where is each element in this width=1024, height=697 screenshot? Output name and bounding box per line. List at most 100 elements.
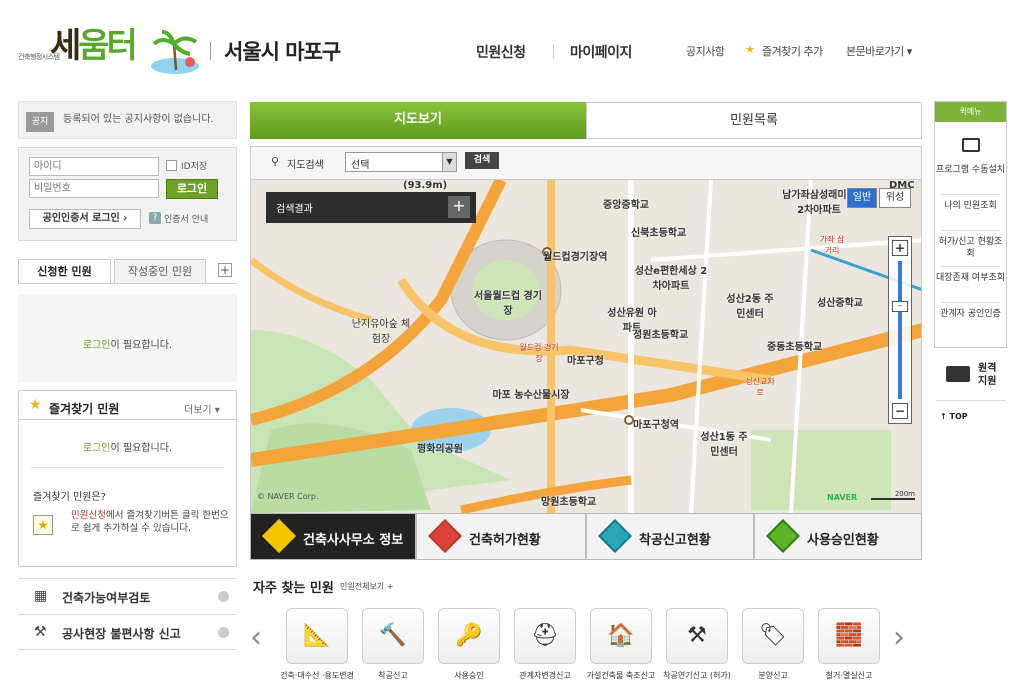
tab-divider [18, 283, 237, 284]
map-label: 평화의공원 [417, 444, 463, 455]
zoom-track[interactable] [898, 261, 902, 399]
skip-to-content-link[interactable]: 본문바로가기 ▾ [846, 43, 912, 59]
architect-icon [262, 519, 296, 553]
id-input[interactable] [29, 157, 159, 176]
laptop-icon [946, 366, 970, 382]
map-label: 월드컵 경기장 [519, 343, 559, 363]
tab-building-permit-label: 건축허가현황 [469, 533, 541, 548]
chevron-right-icon[interactable]: › [893, 620, 905, 655]
map-label: 성원초등학교 [633, 330, 689, 341]
map-type-satellite-button[interactable]: 위성 [879, 188, 911, 208]
notice-text: 등록되어 있는 공지사항이 없습니다. [63, 114, 214, 125]
all-complaints-link[interactable]: 민원전체보기 + [340, 581, 393, 592]
map-search-label: 지도검색 [287, 160, 324, 171]
tab-applied[interactable]: 신청한 민원 [18, 259, 111, 284]
zoom-out-button[interactable]: − [892, 403, 908, 419]
tab-map-view[interactable]: 지도보기 [250, 102, 586, 139]
favorites-login-required: 로그인이 필요합니다. [19, 439, 236, 454]
use-approval-icon[interactable]: 🔑 [438, 608, 500, 664]
frequent-title: 자주 찾는 민원 [253, 581, 334, 596]
favorites-more-link[interactable]: 더보기 ▾ [184, 401, 220, 416]
tab-architect-office[interactable]: 건축사사무소 정보 [250, 513, 416, 560]
quick-cert[interactable]: 관계자 공인인증 [935, 308, 1006, 320]
tab-construction-start-label: 착공신고현황 [639, 533, 711, 548]
map-label: 난지유아숲 체험장 [351, 319, 411, 345]
map-label: 중앙중학교 [603, 200, 649, 211]
quick-program-install[interactable]: 프로그램 수동설치 [935, 164, 1006, 176]
construction-report-icon[interactable]: 🔨 [362, 608, 424, 664]
map-label: 성산1동 주민센터 [700, 432, 748, 458]
map-label: 마포구청 [567, 356, 604, 367]
site-complaint-link[interactable]: ⚒ 공사현장 불편사항 신고 [18, 614, 237, 650]
login-link[interactable]: 로그인 [83, 340, 111, 351]
quick-permit-status[interactable]: 허가/신고 현황조회 [935, 236, 1006, 260]
map-label: 성산e편한세상 2차아파트 [634, 266, 708, 292]
permit-icon [428, 519, 462, 553]
map-label: 성산중학교 [817, 298, 863, 309]
map-label: 성산2동 주민센터 [726, 294, 774, 320]
district-title: 서울시 마포구 [224, 40, 341, 64]
tab-complaint-list[interactable]: 민원목록 [586, 102, 922, 139]
quick-divider [941, 266, 1000, 267]
search-button[interactable]: 검색 [465, 152, 499, 169]
search-result-panel: 검색결과 + [266, 192, 476, 223]
map-type-normal-button[interactable]: 일반 [847, 188, 877, 208]
cert-login-button[interactable]: 공인인증서 로그인 › [29, 209, 141, 229]
map-label: 신북초등학교 [631, 228, 687, 239]
notice-link[interactable]: 공지사항 [686, 43, 725, 59]
map-label: (93.9m) [403, 180, 448, 191]
expand-plus-icon[interactable]: + [448, 196, 470, 218]
applied-panel: 로그인이 필요합니다. [18, 294, 237, 382]
search-select[interactable]: 선택 ▼ [345, 152, 457, 172]
quick-my-complaints[interactable]: 나의 민원조회 [935, 200, 1006, 212]
star-icon: ★ [745, 43, 755, 56]
notice-badge: 공지 [26, 112, 54, 132]
demolition-icon[interactable]: 🧱 [818, 608, 880, 664]
tab-drafts[interactable]: 작성중인 민원 [114, 259, 206, 284]
login-link[interactable]: 로그인 [83, 443, 111, 454]
plus-icon[interactable]: + [218, 263, 232, 277]
password-input[interactable] [29, 179, 159, 198]
cert-help-link[interactable]: 인증서 안내 [164, 212, 208, 225]
tab-use-approval[interactable]: 사용승인현황 [754, 513, 922, 560]
help-icon: ? [149, 212, 161, 224]
remote-support-link[interactable]: 원격 지원 [978, 362, 1004, 388]
service-label: 착공신고 [378, 671, 408, 680]
temporary-building-icon[interactable]: 🏠 [590, 608, 652, 664]
nav-mypage[interactable]: 마이페이지 [570, 42, 632, 62]
naver-logo: NAVER [827, 493, 858, 502]
save-id-checkbox[interactable] [166, 160, 177, 171]
zoom-slider-handle[interactable]: – [892, 301, 908, 312]
service-label: 사용승인 [454, 671, 484, 680]
go-icon [218, 627, 229, 638]
save-id-label: ID저장 [181, 162, 208, 172]
logo[interactable]: 세움터 [50, 18, 138, 67]
sale-report-icon[interactable]: 🏷 [742, 608, 804, 664]
chevron-down-icon: ▼ [442, 153, 456, 171]
shovel-icon[interactable]: ⚒ [666, 608, 728, 664]
nav-apply[interactable]: 민원신청 [476, 42, 526, 62]
add-favorite-link[interactable]: 즐겨찾기 추가 [762, 43, 823, 59]
nav-divider [553, 44, 554, 58]
back-to-top-link[interactable]: ↑ TOP [940, 412, 968, 421]
tab-construction-start[interactable]: 착공신고현황 [586, 513, 754, 560]
map-label: 가좌 삼거리 [819, 235, 845, 255]
tab-building-permit[interactable]: 건축허가현황 [416, 513, 586, 560]
map-label: 마포 농수산물시장 [492, 390, 570, 401]
go-icon [218, 591, 229, 602]
apply-link[interactable]: 민원신청 [71, 510, 106, 521]
zoom-in-button[interactable]: + [892, 240, 908, 256]
favorites-box: ★ 즐겨찾기 민원 더보기 ▾ 로그인이 필요합니다. 즐겨찾기 민원은? ★ … [18, 390, 237, 567]
hardhat-icon[interactable]: ⛑ [514, 608, 576, 664]
star-icon: ★ [29, 397, 42, 413]
chevron-left-icon[interactable]: ‹ [250, 620, 262, 655]
building-feasibility-link[interactable]: ▦ 건축가능여부검토 [18, 578, 237, 614]
building-repair-icon[interactable]: 📐 [286, 608, 348, 664]
service-label: 철거·멸실신고 [825, 671, 873, 680]
building-icon: ▦ [34, 588, 48, 604]
quick-register-check[interactable]: 대장존재 여부조회 [935, 272, 1006, 284]
map-canvas[interactable]: (93.9m) 중앙중학교 신북초등학교 월드컵경기장역 성산e편한세상 2차아… [250, 180, 922, 513]
login-button[interactable]: 로그인 [166, 179, 218, 199]
logo-text-b: 움터 [78, 26, 138, 66]
construction-icon [598, 519, 632, 553]
